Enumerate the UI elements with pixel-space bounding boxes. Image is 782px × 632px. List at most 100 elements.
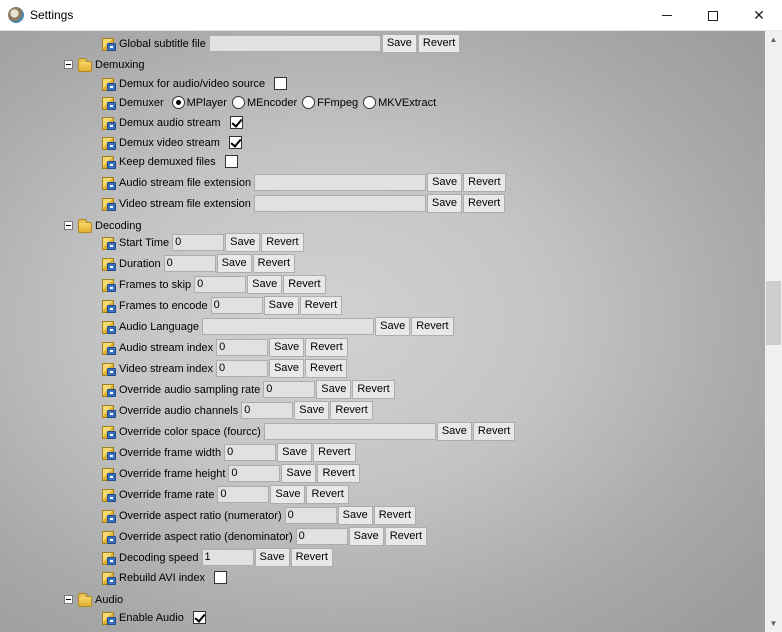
setting-label: Audio Language: [119, 320, 200, 333]
revert-button[interactable]: Revert: [317, 464, 360, 483]
setting-label: Enable Audio: [119, 611, 184, 624]
decoding-speed-input[interactable]: 1: [201, 549, 254, 566]
revert-button[interactable]: Revert: [290, 548, 333, 567]
audio-language-input[interactable]: [202, 318, 375, 335]
keep-demuxed-files-checkbox[interactable]: [224, 155, 238, 168]
settings-app-icon[interactable]: [8, 7, 24, 23]
revert-button[interactable]: Revert: [411, 317, 454, 336]
frames-to-skip-input[interactable]: 0: [194, 276, 247, 293]
revert-button[interactable]: Revert: [299, 296, 343, 315]
folder-label[interactable]: Audio: [95, 594, 123, 606]
radio-mplayer[interactable]: [171, 96, 185, 109]
video-stream-file-extension-input[interactable]: [253, 195, 426, 212]
revert-button[interactable]: Revert: [417, 34, 461, 53]
revert-button[interactable]: Revert: [305, 338, 348, 357]
revert-button[interactable]: Revert: [330, 401, 373, 420]
save-button[interactable]: Save: [427, 173, 463, 192]
rebuild-avi-index-checkbox[interactable]: [214, 571, 228, 584]
save-button[interactable]: Save: [216, 254, 252, 273]
radio-label-mencoder: MEncoder: [246, 96, 298, 109]
demux-audio-stream-checkbox[interactable]: [229, 116, 243, 129]
revert-button[interactable]: Revert: [252, 254, 296, 273]
override-aspect-ratio-numerator-input[interactable]: 0: [284, 507, 337, 524]
radio-mencoder[interactable]: [231, 96, 245, 109]
radio-mkvextract[interactable]: [363, 96, 377, 109]
video-stream-index-input[interactable]: 0: [215, 360, 268, 377]
minimize-button[interactable]: [644, 0, 690, 31]
audio-stream-file-extension-input[interactable]: [254, 174, 427, 191]
revert-button[interactable]: Revert: [462, 194, 506, 213]
setting-icon: [101, 277, 117, 293]
save-button[interactable]: Save: [254, 548, 290, 567]
scroll-down-icon[interactable]: ▼: [765, 615, 782, 632]
maximize-button[interactable]: [690, 0, 736, 31]
setting-label: Demux video stream: [119, 136, 220, 149]
save-button[interactable]: Save: [281, 464, 317, 483]
setting-label: Rebuild AVI index: [119, 571, 206, 584]
revert-button[interactable]: Revert: [313, 443, 356, 462]
revert-button[interactable]: Revert: [463, 173, 506, 192]
save-button[interactable]: Save: [247, 275, 283, 294]
setting-row-override-aspect-ratio-numerator: Override aspect ratio (numerator) 0 Save Re…: [101, 505, 417, 526]
save-button[interactable]: Save: [225, 233, 261, 252]
revert-button[interactable]: Revert: [384, 527, 428, 546]
save-button[interactable]: Save: [263, 296, 299, 315]
audio-stream-index-input[interactable]: 0: [216, 339, 269, 356]
revert-button[interactable]: Revert: [352, 380, 395, 399]
revert-button[interactable]: Revert: [305, 359, 348, 378]
collapse-icon[interactable]: [64, 60, 73, 69]
save-button[interactable]: Save: [381, 34, 417, 53]
enable-audio-checkbox[interactable]: [192, 611, 206, 624]
scrollbar-thumb[interactable]: [766, 281, 781, 345]
save-button[interactable]: Save: [269, 338, 305, 357]
setting-label: Demux for audio/video source: [119, 77, 266, 90]
save-button[interactable]: Save: [436, 422, 472, 441]
setting-icon: [101, 403, 117, 419]
override-color-space-fourcc-input[interactable]: [263, 423, 436, 440]
save-button[interactable]: Save: [277, 443, 313, 462]
save-button[interactable]: Save: [294, 401, 330, 420]
setting-icon-badge: [107, 616, 116, 625]
collapse-icon[interactable]: [64, 595, 73, 604]
save-button[interactable]: Save: [337, 506, 373, 525]
override-frame-width-input[interactable]: 0: [224, 444, 277, 461]
revert-button[interactable]: Revert: [472, 422, 516, 441]
override-aspect-ratio-denominator-input[interactable]: 0: [295, 528, 348, 545]
save-button[interactable]: Save: [270, 485, 306, 504]
revert-button[interactable]: Revert: [373, 506, 417, 525]
close-button[interactable]: ✕: [736, 0, 782, 31]
frames-to-encode-input[interactable]: 0: [210, 297, 263, 314]
setting-icon-badge: [107, 346, 116, 355]
save-button[interactable]: Save: [375, 317, 411, 336]
override-audio-channels-input[interactable]: 0: [241, 402, 294, 419]
revert-button[interactable]: Revert: [306, 485, 349, 504]
demux-for-audio-video-source-checkbox[interactable]: [274, 77, 288, 90]
radio-ffmpeg[interactable]: [302, 96, 316, 109]
start-time-input[interactable]: 0: [172, 234, 225, 251]
demux-video-stream-checkbox[interactable]: [228, 136, 242, 149]
folder-shape: [78, 218, 92, 233]
setting-icon: [101, 196, 117, 212]
override-frame-rate-input[interactable]: 0: [217, 486, 270, 503]
folder-label[interactable]: Demuxing: [95, 59, 145, 71]
setting-icon-badge: [107, 451, 116, 460]
override-audio-sampling-rate-input[interactable]: 0: [263, 381, 316, 398]
setting-icon-badge: [107, 82, 116, 91]
global-subtitle-file-input[interactable]: [208, 35, 381, 52]
collapse-icon[interactable]: [64, 221, 73, 230]
folder-label[interactable]: Decoding: [95, 220, 141, 232]
save-button[interactable]: Save: [268, 359, 305, 378]
revert-button[interactable]: Revert: [261, 233, 304, 252]
save-button[interactable]: Save: [348, 527, 384, 546]
setting-icon-badge: [107, 304, 116, 313]
override-frame-height-input[interactable]: 0: [228, 465, 281, 482]
folder-icon: [77, 57, 93, 73]
revert-button[interactable]: Revert: [283, 275, 326, 294]
duration-input[interactable]: 0: [163, 255, 216, 272]
save-button[interactable]: Save: [426, 194, 462, 213]
setting-row-video-stream-file-extension: Video stream file extension Save Revert: [101, 193, 506, 214]
scroll-up-icon[interactable]: ▲: [765, 31, 782, 48]
setting-row-override-audio-sampling-rate: Override audio sampling rate 0 Save Revert: [101, 379, 395, 400]
save-button[interactable]: Save: [316, 380, 352, 399]
vertical-scrollbar[interactable]: ▲ ▼: [765, 31, 782, 632]
